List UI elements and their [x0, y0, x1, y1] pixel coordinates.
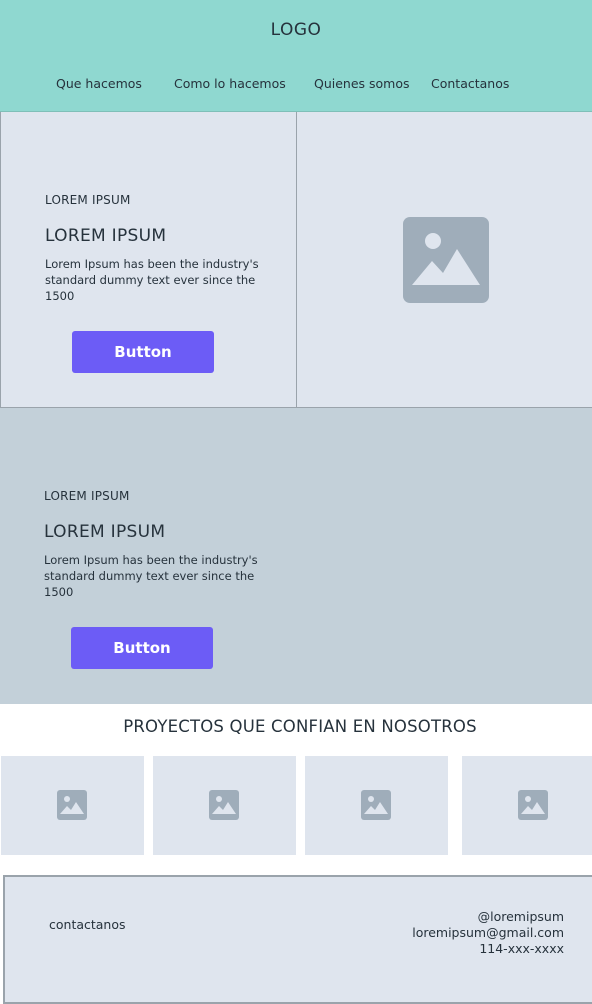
- nav-item-quienes-somos[interactable]: Quienes somos: [314, 76, 410, 91]
- image-placeholder-icon: [403, 217, 489, 303]
- project-thumb[interactable]: [153, 756, 296, 855]
- nav-item-contactanos[interactable]: Contactanos: [431, 76, 509, 91]
- footer-phone: 114-xxx-xxxx: [479, 941, 564, 956]
- section2-heading: LOREM IPSUM: [44, 522, 166, 542]
- footer-contact-info: @loremipsum loremipsum@gmail.com 114-xxx…: [412, 909, 564, 957]
- project-thumb[interactable]: [305, 756, 448, 855]
- hero-kicker: LOREM IPSUM: [45, 193, 131, 207]
- image-placeholder-icon: [518, 790, 548, 820]
- nav-item-como-lo-hacemos[interactable]: Como lo hacemos: [174, 76, 286, 91]
- hero-button[interactable]: Button: [72, 331, 214, 373]
- hero-heading: LOREM IPSUM: [45, 226, 167, 246]
- hero-body-text: Lorem Ipsum has been the industry's stan…: [45, 257, 259, 303]
- image-placeholder-icon: [57, 790, 87, 820]
- image-placeholder-icon: [209, 790, 239, 820]
- site-footer: contactanos @loremipsum loremipsum@gmail…: [3, 875, 592, 1004]
- site-header: LOGO Que hacemos Como lo hacemos Quienes…: [0, 0, 592, 112]
- hero-text-panel: LOREM IPSUM LOREM IPSUM Lorem Ipsum has …: [0, 112, 297, 408]
- image-placeholder-icon: [361, 790, 391, 820]
- hero-section: LOREM IPSUM LOREM IPSUM Lorem Ipsum has …: [0, 112, 592, 408]
- footer-contact-link[interactable]: contactanos: [49, 917, 126, 932]
- project-thumb[interactable]: [1, 756, 144, 855]
- section2-button[interactable]: Button: [71, 627, 213, 669]
- feature-section: LOREM IPSUM LOREM IPSUM Lorem Ipsum has …: [0, 408, 592, 704]
- logo[interactable]: LOGO: [0, 20, 592, 40]
- hero-image-panel: [296, 112, 592, 408]
- section2-body-text: Lorem Ipsum has been the industry's stan…: [44, 553, 258, 599]
- projects-title: PROYECTOS QUE CONFIAN EN NOSOTROS: [123, 717, 477, 736]
- footer-handle[interactable]: @loremipsum: [412, 909, 564, 925]
- footer-email[interactable]: loremipsum@gmail.com: [412, 925, 564, 941]
- section2-kicker: LOREM IPSUM: [44, 489, 130, 503]
- project-thumb[interactable]: [462, 756, 592, 855]
- nav-item-que-hacemos[interactable]: Que hacemos: [56, 76, 142, 91]
